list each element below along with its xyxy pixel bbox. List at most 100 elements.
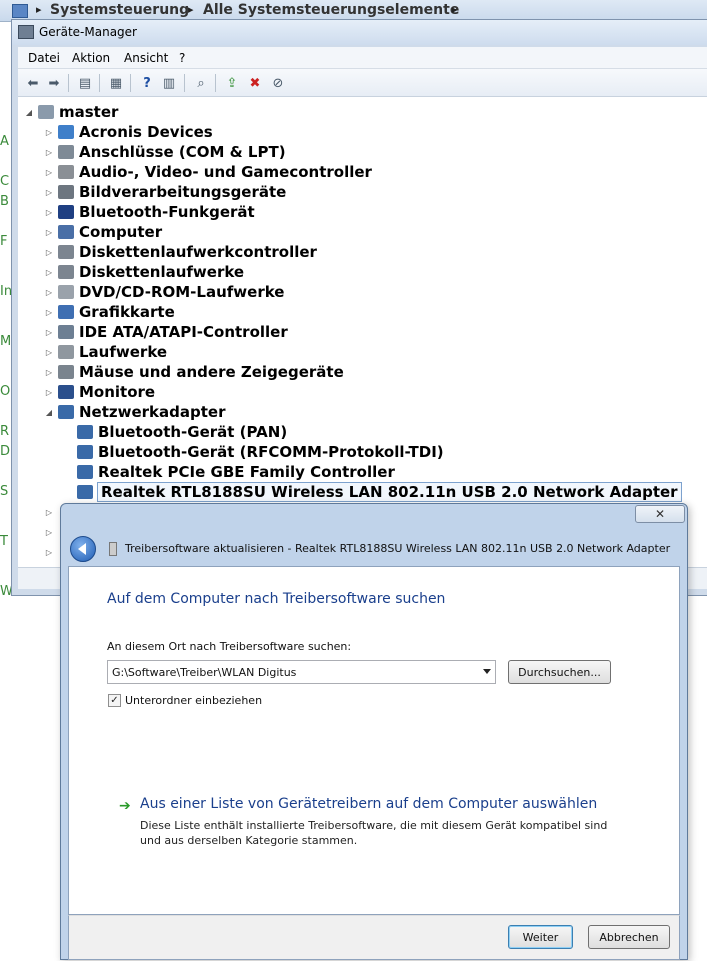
tree-category[interactable]: ▷ Monitore [44, 382, 155, 402]
toolbar-separator [215, 74, 216, 92]
tree-category[interactable]: ▷ Acronis Devices [44, 122, 213, 142]
sidebar-fragment[interactable]: T [0, 534, 8, 549]
expand-arrow-icon[interactable]: ▷ [44, 388, 54, 397]
cancel-button[interactable]: Abbrechen [588, 925, 670, 949]
path-combobox[interactable] [107, 660, 496, 684]
tree-category[interactable]: ▷ Grafikkarte [44, 302, 175, 322]
sidebar-fragment[interactable]: D [0, 444, 10, 459]
browse-button[interactable]: Durchsuchen... [508, 660, 611, 684]
expand-arrow-icon[interactable]: ▷ [44, 528, 54, 537]
help-icon[interactable]: ? [138, 74, 156, 92]
back-arrow-icon[interactable]: ⬅ [24, 74, 42, 92]
scan-hardware-icon[interactable]: ⌕ [192, 74, 210, 92]
path-input[interactable] [108, 661, 476, 683]
sidebar-fragment[interactable]: A [0, 134, 9, 149]
tree-category-label: Grafikkarte [79, 303, 175, 321]
control-panel-icon [12, 4, 28, 18]
tree-category[interactable]: ▷ Anschlüsse (COM & LPT) [44, 142, 286, 162]
tree-category[interactable]: ▷ Bildverarbeitungsgeräte [44, 182, 286, 202]
dropdown-arrow-icon[interactable] [483, 669, 491, 674]
disable-device-icon[interactable]: ⊘ [269, 74, 287, 92]
tree-category[interactable]: ◢ Netzwerkadapter [44, 402, 226, 422]
network-adapter-label: Bluetooth-Gerät (RFCOMM-Protokoll-TDI) [98, 443, 444, 461]
device-category-icon [58, 305, 74, 319]
expand-arrow-icon[interactable]: ▷ [44, 348, 54, 357]
sidebar-fragment[interactable]: R [0, 424, 9, 439]
uninstall-icon[interactable]: ✖ [246, 74, 264, 92]
tree-category[interactable]: ▷ Diskettenlaufwerkcontroller [44, 242, 317, 262]
menu-ansicht[interactable]: Ansicht [124, 51, 168, 65]
expand-arrow-icon[interactable]: ▷ [44, 368, 54, 377]
green-arrow-icon: ➔ [119, 798, 131, 814]
expand-arrow-icon[interactable]: ▷ [44, 328, 54, 337]
device-category-icon [58, 245, 74, 259]
menu-help[interactable]: ? [179, 51, 185, 65]
breadcrumb-arrow-icon[interactable]: ▸ [452, 3, 458, 16]
network-adapter-icon [77, 425, 93, 439]
forward-arrow-icon[interactable]: ➡ [45, 74, 63, 92]
expand-arrow-icon[interactable]: ▷ [44, 148, 54, 157]
breadcrumb-systemsteuerung[interactable]: Systemsteuerung [50, 2, 189, 18]
title-bar: Geräte-Manager [12, 20, 707, 45]
breadcrumb-alle-elemente[interactable]: Alle Systemsteuerungselemente [203, 2, 459, 18]
breadcrumb-arrow-icon[interactable]: ▸ [36, 3, 42, 16]
expand-arrow-icon[interactable]: ▷ [44, 268, 54, 277]
breadcrumb-arrow-icon[interactable]: ▸ [188, 3, 194, 16]
expand-arrow-icon[interactable]: ▷ [44, 308, 54, 317]
tree-category[interactable]: ▷ DVD/CD-ROM-Laufwerke [44, 282, 285, 302]
include-subfolders-checkbox[interactable]: ✓ [108, 694, 121, 707]
expand-arrow-icon[interactable]: ▷ [44, 188, 54, 197]
tree-category-label: Bildverarbeitungsgeräte [79, 183, 287, 201]
tree-category-label: Diskettenlaufwerke [79, 263, 245, 281]
menu-aktion[interactable]: Aktion [72, 51, 110, 65]
tree-category[interactable]: ▷ Computer [44, 222, 162, 242]
action-pane-icon[interactable]: ▥ [160, 74, 178, 92]
menu-datei[interactable]: Datei [28, 51, 60, 65]
tree-category[interactable]: ▷ Audio-, Video- und Gamecontroller [44, 162, 372, 182]
network-adapter-item[interactable]: Bluetooth-Gerät (RFCOMM-Protokoll-TDI) [73, 442, 444, 462]
tree-root-label: master [59, 103, 119, 121]
back-arrow-icon [78, 543, 86, 555]
close-button[interactable]: ✕ [635, 505, 685, 523]
tree-category[interactable]: ▷ IDE ATA/ATAPI-Controller [44, 322, 288, 342]
sidebar-fragment[interactable]: C [0, 174, 9, 189]
expand-arrow-icon[interactable]: ▷ [44, 508, 54, 517]
collapse-arrow-icon[interactable]: ◢ [24, 108, 34, 117]
collapse-arrow-icon[interactable]: ◢ [44, 408, 54, 417]
network-adapter-item[interactable]: Bluetooth-Gerät (PAN) [73, 422, 287, 442]
back-button[interactable] [70, 536, 96, 562]
tree-category[interactable]: ▷ Mäuse und andere Zeigegeräte [44, 362, 344, 382]
device-category-icon [58, 265, 74, 279]
tree-root[interactable]: ◢ master [24, 102, 119, 122]
network-adapter-label: Realtek PCIe GBE Family Controller [98, 463, 395, 481]
include-subfolders-option[interactable]: ✓ Unterordner einbeziehen [108, 694, 262, 707]
show-hide-tree-icon[interactable]: ▤ [76, 74, 94, 92]
sidebar-fragment[interactable]: F [0, 234, 7, 249]
toolbar: ⬅ ➡ ▤ ▦ ? ▥ ⌕ ⇪ ✖ ⊘ [18, 69, 707, 97]
tree-category[interactable]: ▷ Diskettenlaufwerke [44, 262, 244, 282]
expand-arrow-icon[interactable]: ▷ [44, 288, 54, 297]
expand-arrow-icon[interactable]: ▷ [44, 548, 54, 557]
toolbar-separator [99, 74, 100, 92]
sidebar-fragment[interactable]: M [0, 334, 11, 349]
sidebar-fragment[interactable]: B [0, 194, 9, 209]
device-category-icon [58, 365, 74, 379]
sidebar-fragment[interactable]: S [0, 484, 8, 499]
expand-arrow-icon[interactable]: ▷ [44, 168, 54, 177]
network-adapter-item[interactable]: Realtek PCIe GBE Family Controller [73, 462, 395, 482]
sidebar-fragment[interactable]: O [0, 384, 10, 399]
network-adapter-icon [77, 445, 93, 459]
expand-arrow-icon[interactable]: ▷ [44, 248, 54, 257]
tree-category[interactable]: ▷ Bluetooth-Funkgerät [44, 202, 255, 222]
tree-category[interactable]: ▷ Laufwerke [44, 342, 167, 362]
include-subfolders-label[interactable]: Unterordner einbeziehen [125, 694, 262, 707]
expand-arrow-icon[interactable]: ▷ [44, 128, 54, 137]
expand-arrow-icon[interactable]: ▷ [44, 208, 54, 217]
properties-icon[interactable]: ▦ [107, 74, 125, 92]
expand-arrow-icon[interactable]: ▷ [44, 228, 54, 237]
network-adapter-item[interactable]: Realtek RTL8188SU Wireless LAN 802.11n U… [73, 482, 682, 502]
choose-from-list-link[interactable]: Aus einer Liste von Gerätetreibern auf d… [140, 796, 597, 812]
next-button[interactable]: Weiter [508, 925, 573, 949]
tree-category-label: Netzwerkadapter [79, 403, 226, 421]
update-driver-icon[interactable]: ⇪ [223, 74, 241, 92]
